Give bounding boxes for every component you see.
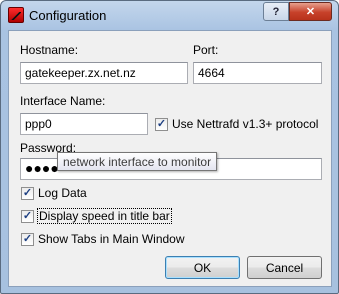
title-speed-checkbox[interactable]: ✓ Display speed in title bar xyxy=(21,208,172,224)
show-tabs-label: Show Tabs in Main Window xyxy=(38,232,185,246)
title-speed-label: Display speed in title bar xyxy=(37,208,172,224)
log-data-checkbox[interactable]: ✓ Log Data xyxy=(21,186,87,200)
help-button[interactable]: ? xyxy=(263,2,289,21)
port-label: Port: xyxy=(193,43,219,57)
checkmark-icon: ✓ xyxy=(21,186,34,200)
close-icon: ✕ xyxy=(305,6,316,18)
close-button[interactable]: ✕ xyxy=(289,2,332,21)
hostname-input[interactable]: gatekeeper.zx.net.nz xyxy=(20,62,188,84)
interface-name-input[interactable]: ppp0 xyxy=(20,113,148,135)
caption-buttons: ? ✕ xyxy=(263,2,332,21)
nettrafd-protocol-label: Use Nettrafd v1.3+ protocol xyxy=(172,117,319,131)
checkmark-icon: ✓ xyxy=(21,209,34,223)
cancel-button[interactable]: Cancel xyxy=(247,256,322,279)
configuration-dialog: Configuration ? ✕ Hostname: gatekeeper.z… xyxy=(0,0,339,294)
interface-tooltip: network interface to monitor xyxy=(57,152,218,171)
ok-button[interactable]: OK xyxy=(165,256,240,279)
checkmark-icon: ✓ xyxy=(155,117,168,131)
checkmark-icon: ✓ xyxy=(21,232,34,246)
interface-name-label: Interface Name: xyxy=(20,94,106,108)
hostname-label: Hostname: xyxy=(20,43,79,57)
show-tabs-checkbox[interactable]: ✓ Show Tabs in Main Window xyxy=(21,232,185,246)
nettrafd-protocol-checkbox[interactable]: ✓ Use Nettrafd v1.3+ protocol xyxy=(155,117,318,131)
dialog-title: Configuration xyxy=(29,8,107,23)
log-data-label: Log Data xyxy=(38,186,87,200)
port-input[interactable]: 4664 xyxy=(193,62,322,84)
nettrafd-app-icon xyxy=(8,7,24,23)
help-icon: ? xyxy=(272,5,280,18)
